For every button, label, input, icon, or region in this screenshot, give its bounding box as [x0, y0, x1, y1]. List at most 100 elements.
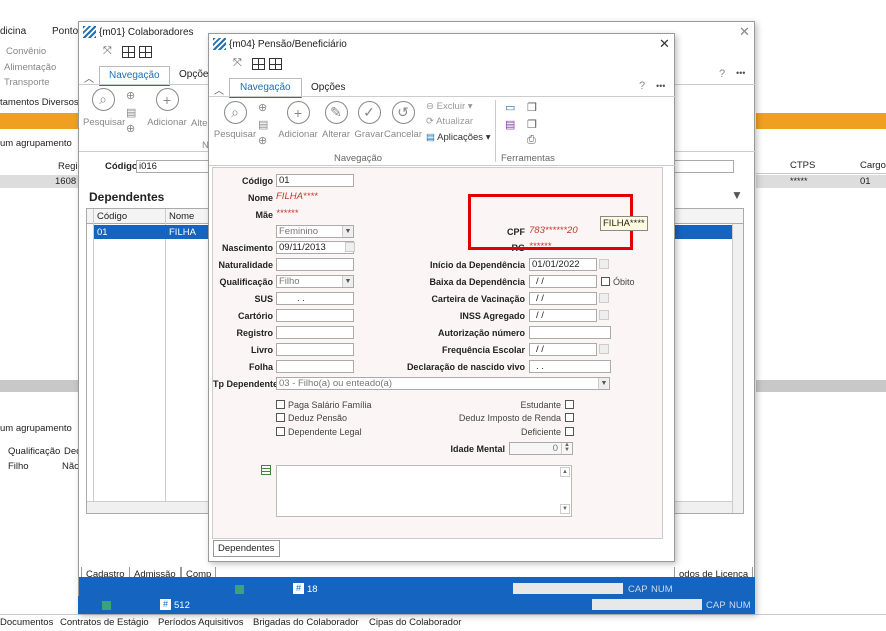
naturalidade-field[interactable] [276, 258, 354, 271]
bg-side-lancamentos[interactable]: tamentos Diversos [0, 97, 79, 108]
livro-field[interactable] [276, 343, 354, 356]
chevron-down-icon[interactable]: ▼ [342, 276, 353, 287]
nome-value[interactable]: FILHA**** [276, 191, 318, 202]
chat-icon[interactable]: ▭ [505, 101, 515, 114]
grid-col-nome[interactable]: Nome [169, 211, 194, 222]
obito-checkbox[interactable] [601, 277, 610, 286]
filter-icon[interactable]: ▼ [731, 188, 743, 202]
bg-side-transporte[interactable]: Transporte [4, 77, 50, 88]
bg-side-convenio[interactable]: Convênio [6, 46, 46, 57]
pesquisar-button-w1[interactable]: ⌕ Pesquisar [83, 88, 125, 128]
paga-salario-familia-checkbox[interactable] [276, 400, 285, 409]
tab-opcoes[interactable]: Opções [311, 82, 345, 93]
notes-icon[interactable] [261, 465, 271, 475]
grid-vscroll[interactable] [732, 224, 743, 513]
link-periodos-aquisitivos[interactable]: Períodos Aquisitivos [158, 617, 244, 628]
deduz-ir-checkbox[interactable] [565, 413, 574, 422]
chevron-down-icon[interactable]: ▼ [342, 226, 353, 237]
up-arrow-icon[interactable]: ⊕ [126, 122, 135, 135]
dependente-legal-checkbox[interactable] [276, 427, 285, 436]
autorizacao-numero-field[interactable] [529, 326, 611, 339]
report-icon[interactable]: ▤ [505, 118, 515, 131]
link-contratos-estagio[interactable]: Contratos de Estágio [60, 617, 149, 628]
mae-value[interactable]: ****** [276, 208, 298, 219]
registro-label: Registro [236, 328, 273, 338]
calendar-picker-icon[interactable] [345, 242, 355, 252]
adicionar-button-w1[interactable]: + Adicionar [147, 88, 187, 128]
tab-navegacao[interactable]: Navegação [229, 78, 302, 98]
collapse-chevron-icon[interactable]: ︿ [84, 70, 94, 85]
declaracao-nascido-vivo-field[interactable]: . . [529, 360, 611, 373]
calendar-picker-icon[interactable] [599, 310, 609, 320]
alterar-button[interactable]: ✎ Alterar [319, 101, 353, 140]
bg-menu-medicina[interactable]: dicina [0, 26, 26, 37]
status-square-icon [235, 585, 244, 594]
calendar-icon[interactable] [122, 46, 135, 58]
list-icon[interactable]: ▤ [258, 118, 268, 131]
more-icon[interactable]: ••• [656, 81, 665, 91]
link-cipas[interactable]: Cipas do Colaborador [369, 617, 461, 628]
help-icon[interactable]: ? [639, 80, 645, 92]
cartorio-field[interactable] [276, 309, 354, 322]
calendar-picker-icon[interactable] [599, 344, 609, 354]
frequencia-escolar-field[interactable]: / / [529, 343, 597, 356]
chevron-down-icon[interactable]: ▼ [598, 378, 609, 389]
minus-circle-icon: ⊖ [426, 101, 434, 112]
down-arrow-icon[interactable]: ⊕ [126, 89, 135, 102]
codigo-field-w1[interactable]: i016 [136, 160, 211, 173]
grid-icon[interactable] [139, 46, 152, 58]
link-brigadas[interactable]: Brigadas do Colaborador [253, 617, 359, 628]
grid-icon[interactable] [269, 58, 282, 70]
gravar-button[interactable]: ✓ Gravar [352, 101, 386, 140]
inicio-dependencia-field[interactable]: 01/01/2022 [529, 258, 597, 271]
inss-agregado-label: INSS Agregado [459, 311, 525, 321]
paste-icon[interactable]: ❐ [527, 118, 537, 131]
textarea-scroll-down[interactable]: ▼ [560, 504, 570, 514]
inss-agregado-field[interactable]: / / [529, 309, 597, 322]
registro-field[interactable] [276, 326, 354, 339]
adicionar-button[interactable]: + Adicionar [278, 101, 318, 140]
estudante-checkbox[interactable] [565, 400, 574, 409]
bg-menu-ponto[interactable]: Ponto [52, 26, 78, 37]
deficiente-checkbox[interactable] [565, 427, 574, 436]
close-icon[interactable]: ✕ [659, 36, 670, 52]
expand-icon[interactable]: ⤧ [233, 57, 242, 70]
tp-dependente-select[interactable]: 03 - Filho(a) ou enteado(a) [276, 377, 610, 390]
frequencia-escolar-label: Frequência Escolar [441, 345, 525, 355]
close-icon[interactable]: ✕ [739, 24, 750, 40]
calendar-icon[interactable] [252, 58, 265, 70]
sus-field[interactable]: . . [276, 292, 354, 305]
more-icon[interactable]: ••• [736, 68, 745, 78]
up-arrow-icon[interactable]: ⊕ [258, 134, 267, 147]
baixa-dependencia-field[interactable]: / / [529, 275, 597, 288]
cancelar-button[interactable]: ↺ Cancelar [383, 101, 423, 140]
pesquisar-button[interactable]: ⌕ Pesquisar [213, 101, 257, 140]
expand-icon[interactable]: ⤧ [103, 45, 112, 58]
naturalidade-label: Naturalidade [218, 260, 273, 270]
nascimento-field[interactable]: 09/11/2013 [276, 241, 354, 254]
calendar-picker-icon[interactable] [599, 293, 609, 303]
aplicacoes-button[interactable]: ▤ Aplicações ▾ [426, 132, 490, 143]
down-arrow-icon[interactable]: ⊕ [258, 101, 267, 114]
print-icon[interactable]: ⎙ [527, 134, 536, 147]
textarea-scroll-up[interactable]: ▲ [560, 467, 570, 477]
carteira-vacinacao-field[interactable]: / / [529, 292, 597, 305]
link-documentos[interactable]: Documentos [0, 617, 53, 628]
tab-navegacao-w1[interactable]: Navegação [99, 66, 170, 86]
stepper-arrows-icon[interactable]: ▲ ▼ [561, 442, 572, 454]
codigo-field[interactable]: 01 [276, 174, 354, 187]
copy-icon[interactable]: ❐ [527, 101, 537, 114]
excluir-button[interactable]: ⊖ Excluir ▾ [426, 101, 473, 112]
deduz-pensao-checkbox[interactable] [276, 413, 285, 422]
help-icon[interactable]: ? [719, 68, 725, 80]
observacao-textarea[interactable] [276, 465, 572, 517]
estudante-label: Estudante [520, 400, 561, 410]
collapse-chevron-icon[interactable]: ︿ [214, 82, 224, 97]
atualizar-button[interactable]: ⟳ Atualizar [426, 116, 473, 127]
tab-dependentes[interactable]: Dependentes [213, 540, 280, 557]
grid-col-codigo[interactable]: Código [97, 211, 127, 222]
bg-side-alimentacao[interactable]: Alimentação [4, 62, 56, 73]
calendar-picker-icon[interactable] [599, 259, 609, 269]
list-icon[interactable]: ▤ [126, 106, 136, 119]
folha-field[interactable] [276, 360, 354, 373]
